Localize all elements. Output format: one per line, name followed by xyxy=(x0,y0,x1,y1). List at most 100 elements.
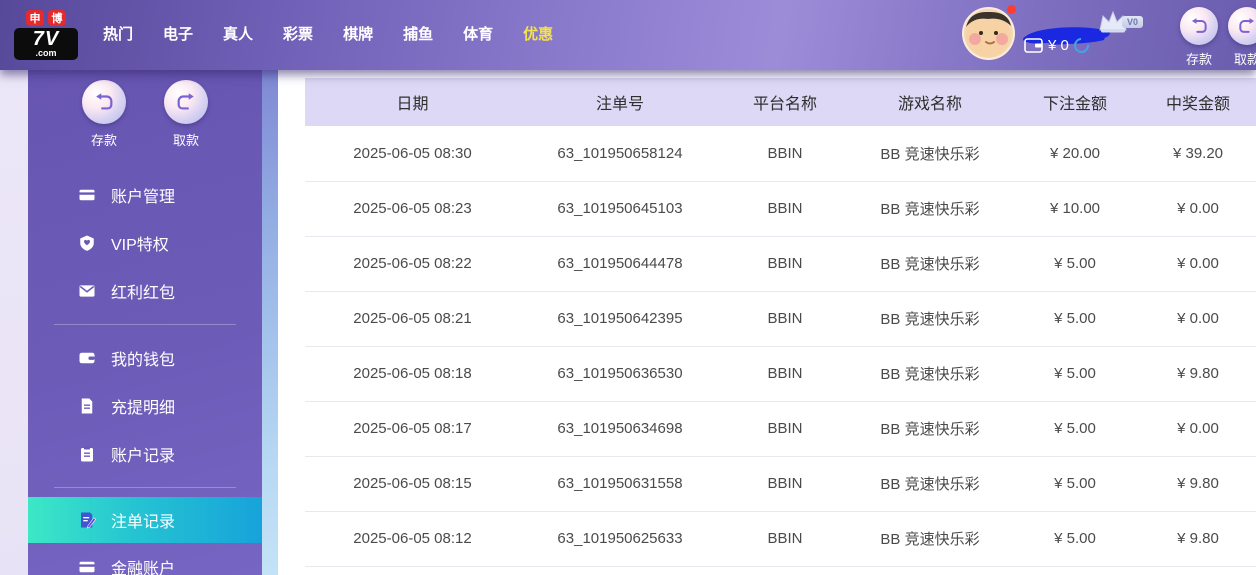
sidebar-menu: 账户管理 VIP特权 红利红包 我的钱包 充提明细 账户记录 注单记录 金融账户 xyxy=(28,171,262,575)
cell-platform: BBIN xyxy=(720,236,850,292)
bet-record-icon xyxy=(81,512,96,529)
cell-platform: BBIN xyxy=(720,401,850,457)
clipboard-icon xyxy=(81,446,93,462)
sidebar-withdraw-label: 取款 xyxy=(172,133,199,148)
table-row: 2025-06-05 08:30 63_101950658124 BBIN BB… xyxy=(305,126,1256,182)
vip-shield-icon xyxy=(80,235,94,251)
cell-platform: BBIN xyxy=(720,181,850,237)
menu-label: 注单记录 xyxy=(111,514,176,531)
cell-bet-amount: ¥ 5.00 xyxy=(1010,236,1140,292)
cell-win-amount: ¥ 0.00 xyxy=(1140,236,1256,292)
cell-win-amount: ¥ 0.00 xyxy=(1140,291,1256,347)
bank-card-icon xyxy=(79,561,95,573)
sidebar-item-bet-records[interactable]: 注单记录 xyxy=(28,497,262,543)
logo-block: 7V .com xyxy=(14,28,78,60)
logo-badge-bo: 博 xyxy=(48,10,66,26)
cell-date: 2025-06-05 08:15 xyxy=(305,456,520,512)
table-row: 2025-06-05 08:22 63_101950644478 BBIN BB… xyxy=(305,236,1256,292)
main-nav: 热门 电子 真人 彩票 棋牌 捕鱼 体育 优惠 xyxy=(88,0,568,70)
cell-bet-id: 63_101950631558 xyxy=(520,456,720,512)
cell-date: 2025-06-05 08:17 xyxy=(305,401,520,457)
logo-badges: 申 博 xyxy=(14,10,78,26)
table-row: 2025-06-05 08:12 63_101950625633 BBIN BB… xyxy=(305,511,1256,567)
cell-bet-amount: ¥ 20.00 xyxy=(1010,126,1140,182)
envelope-icon xyxy=(79,285,95,297)
nav-item-sports[interactable]: 体育 xyxy=(448,0,508,70)
cell-bet-id: 63_101950644478 xyxy=(520,236,720,292)
cell-bet-amount: ¥ 5.00 xyxy=(1010,401,1140,457)
site-logo[interactable]: 申 博 7V .com xyxy=(14,10,78,60)
sidebar-item-finance-account[interactable]: 金融账户 xyxy=(28,543,262,575)
logo-tld: .com xyxy=(35,48,57,58)
cell-game: BB 竞速快乐彩 xyxy=(850,181,1010,237)
cell-win-amount: ¥ 39.20 xyxy=(1140,126,1256,182)
table-header-row: 日期 注单号 平台名称 游戏名称 下注金额 中奖金额 xyxy=(305,78,1256,126)
withdraw-button[interactable]: 取款 xyxy=(1224,7,1256,68)
cell-game: BB 竞速快乐彩 xyxy=(850,511,1010,567)
bet-table-body: 2025-06-05 08:30 63_101950658124 BBIN BB… xyxy=(305,126,1256,567)
vip-level[interactable]: V0 xyxy=(1096,8,1144,34)
cell-bet-id: 63_101950645103 xyxy=(520,181,720,237)
nav-item-fishing[interactable]: 捕鱼 xyxy=(388,0,448,70)
nav-item-cards[interactable]: 棋牌 xyxy=(328,0,388,70)
menu-divider xyxy=(54,487,236,488)
cell-date: 2025-06-05 08:18 xyxy=(305,346,520,402)
cell-bet-id: 63_101950658124 xyxy=(520,126,720,182)
deposit-label: 存款 xyxy=(1185,52,1212,67)
avatar-image xyxy=(966,11,1011,57)
wallet-balance: ¥ 0 xyxy=(1048,37,1069,54)
menu-label: VIP特权 xyxy=(111,237,169,254)
cell-game: BB 竞速快乐彩 xyxy=(850,126,1010,182)
cell-bet-id: 63_101950634698 xyxy=(520,401,720,457)
menu-label: 账户管理 xyxy=(111,189,176,206)
table-row: 2025-06-05 08:23 63_101950645103 BBIN BB… xyxy=(305,181,1256,237)
nav-item-live[interactable]: 真人 xyxy=(208,0,268,70)
header-platform: 平台名称 xyxy=(720,78,850,126)
sidebar-item-vip[interactable]: VIP特权 xyxy=(28,219,262,267)
menu-label: 我的钱包 xyxy=(111,352,176,369)
sidebar-withdraw-icon xyxy=(164,80,208,124)
table-row: 2025-06-05 08:21 63_101950642395 BBIN BB… xyxy=(305,291,1256,347)
table-row: 2025-06-05 08:15 63_101950631558 BBIN BB… xyxy=(305,456,1256,512)
deposit-button[interactable]: 存款 xyxy=(1176,7,1222,68)
menu-label: 金融账户 xyxy=(111,561,176,575)
wallet-icon xyxy=(1024,38,1043,53)
nav-item-slots[interactable]: 电子 xyxy=(148,0,208,70)
sidebar-deposit-button[interactable]: 存款 xyxy=(74,80,134,149)
sidebar-item-account-management[interactable]: 账户管理 xyxy=(28,171,262,219)
refresh-icon[interactable] xyxy=(1070,34,1092,57)
sidebar-deposit-label: 存款 xyxy=(90,133,117,148)
nav-item-hot[interactable]: 热门 xyxy=(88,0,148,70)
cell-bet-amount: ¥ 5.00 xyxy=(1010,346,1140,402)
avatar[interactable] xyxy=(962,7,1015,60)
sidebar-item-bonus[interactable]: 红利红包 xyxy=(28,267,262,315)
cell-bet-amount: ¥ 5.00 xyxy=(1010,291,1140,347)
top-navbar: 申 博 7V .com 热门 电子 真人 彩票 棋牌 捕鱼 体育 优惠 ¥ 0 … xyxy=(0,0,1256,70)
cell-game: BB 竞速快乐彩 xyxy=(850,401,1010,457)
nav-item-promotions[interactable]: 优惠 xyxy=(508,0,568,70)
withdraw-icon xyxy=(1228,7,1256,45)
wallet-row: ¥ 0 xyxy=(1024,34,1092,57)
menu-label: 红利红包 xyxy=(111,285,176,302)
nav-item-lottery[interactable]: 彩票 xyxy=(268,0,328,70)
sidebar-item-deposit-withdraw-details[interactable]: 充提明细 xyxy=(28,382,262,430)
cell-date: 2025-06-05 08:12 xyxy=(305,511,520,567)
vip-badge: V0 xyxy=(1122,16,1144,28)
cell-game: BB 竞速快乐彩 xyxy=(850,456,1010,512)
user-area: ¥ 0 V0 xyxy=(958,0,1158,70)
sidebar-item-wallet[interactable]: 我的钱包 xyxy=(28,334,262,382)
cell-platform: BBIN xyxy=(720,456,850,512)
notification-dot xyxy=(1007,5,1016,14)
cell-date: 2025-06-05 08:22 xyxy=(305,236,520,292)
logo-text: 7V xyxy=(32,28,60,50)
deposit-icon xyxy=(1180,7,1218,45)
sidebar-withdraw-button[interactable]: 取款 xyxy=(156,80,216,149)
cell-date: 2025-06-05 08:30 xyxy=(305,126,520,182)
sidebar: 存款 取款 账户管理 VIP特权 红利红包 我的钱包 充提明细 账户记录 注单记… xyxy=(28,70,262,575)
header-game: 游戏名称 xyxy=(850,78,1010,126)
cell-bet-id: 63_101950625633 xyxy=(520,511,720,567)
sidebar-item-account-records[interactable]: 账户记录 xyxy=(28,430,262,478)
cell-bet-id: 63_101950636530 xyxy=(520,346,720,402)
sidebar-quick-actions: 存款 取款 xyxy=(28,70,262,149)
cell-bet-amount: ¥ 10.00 xyxy=(1010,181,1140,237)
